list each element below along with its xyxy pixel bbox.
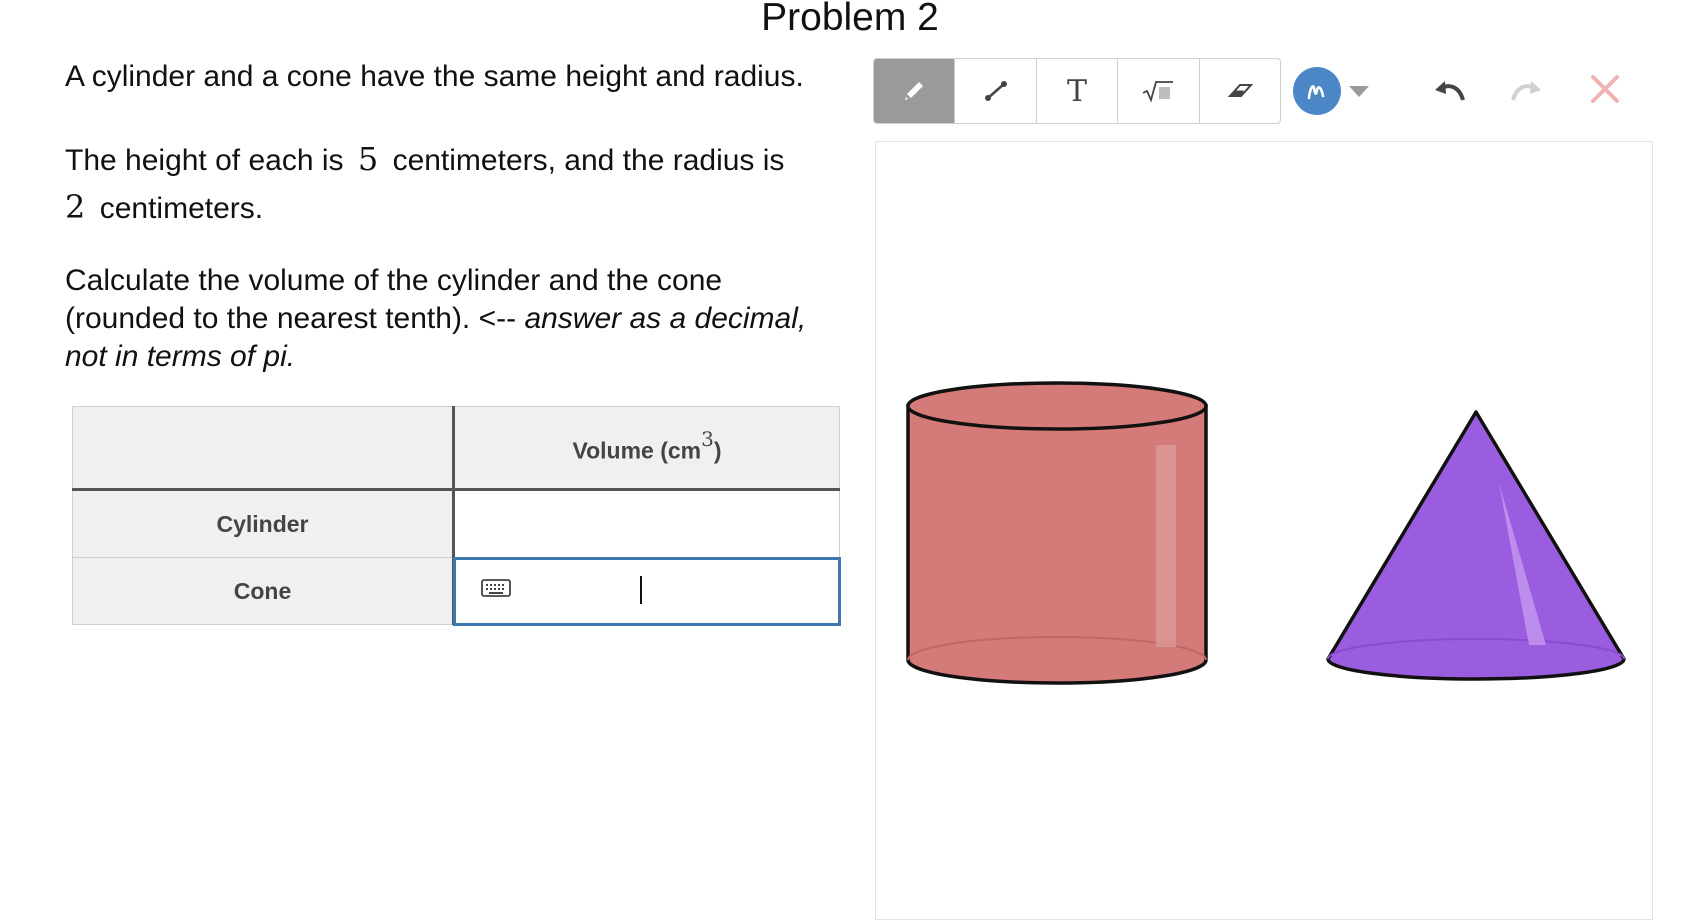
- redo-icon: [1511, 81, 1541, 101]
- prompt-line-1: A cylinder and a cone have the same heig…: [65, 60, 804, 93]
- close-icon: [1591, 75, 1619, 103]
- table-header-row: Volume (cm3): [72, 406, 840, 491]
- table-row: Cylinder: [72, 489, 840, 558]
- eraser-icon: [1227, 84, 1254, 97]
- prompt-line-2-a: The height of each is: [65, 144, 344, 177]
- tool-group: T: [873, 58, 1281, 124]
- cylinder-volume-input[interactable]: [453, 489, 840, 558]
- close-button[interactable]: [1588, 72, 1622, 111]
- row-label-cylinder: Cylinder: [72, 489, 455, 558]
- volume-header-exponent: 3: [701, 426, 714, 451]
- prompt-line-2-c: centimeters.: [99, 192, 264, 225]
- math-tool-button[interactable]: [1118, 59, 1200, 123]
- prompt-line-2: The height of each is 5 centimeters, and…: [65, 136, 845, 232]
- text-icon: T: [1067, 73, 1088, 109]
- volume-column-header: Volume (cm3): [453, 406, 840, 491]
- undo-icon: [1435, 81, 1465, 101]
- table-corner-cell: [72, 406, 455, 491]
- color-picker-button[interactable]: [1293, 67, 1341, 115]
- volume-table: Volume (cm3) Cylinder Cone: [72, 406, 841, 626]
- redo-button[interactable]: [1509, 72, 1547, 113]
- prompt-line-2-b: centimeters, and the radius is: [392, 144, 785, 177]
- line-icon: [984, 81, 1007, 101]
- eraser-tool-button[interactable]: [1200, 59, 1280, 123]
- text-tool-button[interactable]: T: [1037, 59, 1119, 123]
- canvas-figure: [906, 381, 1626, 685]
- problem-title: Problem 2: [761, 0, 939, 39]
- radius-value: 2: [65, 188, 86, 226]
- prompt-line-3: Calculate the volume of the cylinder and…: [65, 262, 845, 376]
- keyboard-icon[interactable]: [481, 578, 511, 598]
- text-caret: [640, 576, 642, 604]
- pencil-tool-button[interactable]: [874, 59, 956, 123]
- height-value: 5: [357, 140, 379, 178]
- math-icon: [1143, 81, 1174, 103]
- cone-volume-input[interactable]: [452, 556, 841, 626]
- undo-button[interactable]: [1429, 72, 1467, 113]
- row-label-cone: Cone: [72, 557, 455, 625]
- table-row: Cone: [72, 556, 841, 626]
- volume-header-label: Volume (cm: [572, 437, 702, 464]
- stroke-color-icon: [1307, 85, 1325, 100]
- chevron-down-icon[interactable]: [1349, 86, 1369, 97]
- cone-shape: [1326, 410, 1626, 681]
- volume-header-close: ): [713, 437, 722, 464]
- cylinder-shape: [906, 381, 1208, 685]
- line-tool-button[interactable]: [955, 59, 1037, 123]
- drawing-canvas[interactable]: [875, 141, 1653, 920]
- pencil-icon: [905, 82, 924, 100]
